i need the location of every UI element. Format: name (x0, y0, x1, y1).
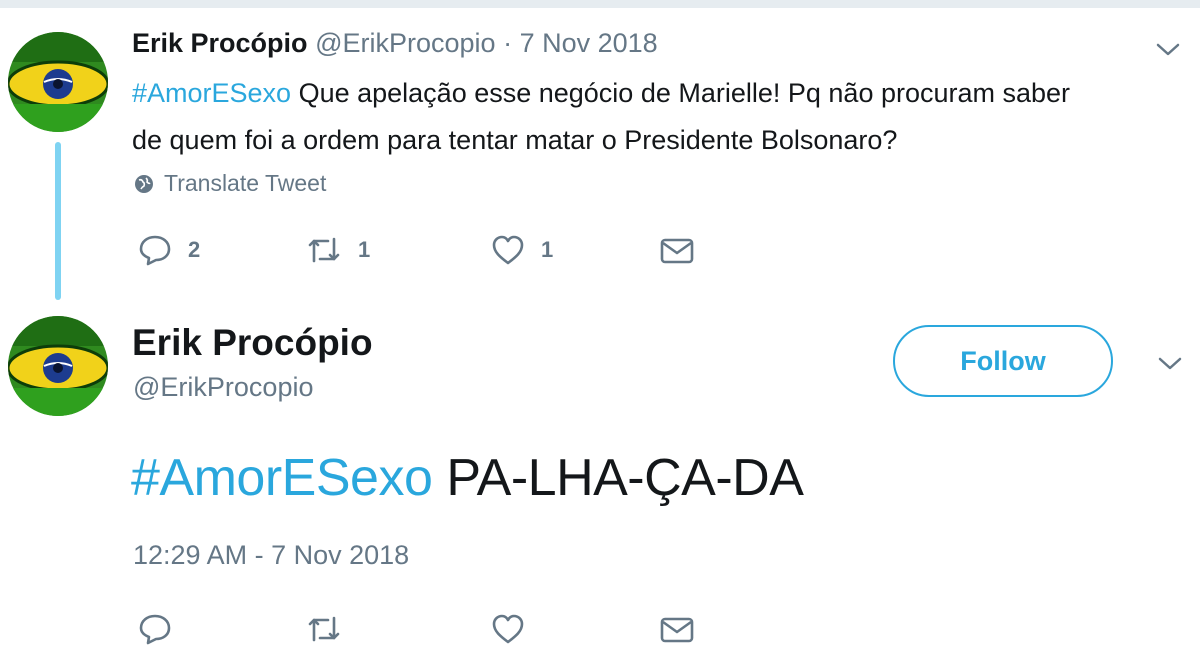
author-name[interactable]: Erik Procópio (132, 28, 308, 58)
tweet-text: #AmorESexo Que apelação esse negócio de … (132, 70, 1162, 164)
direct-message-button[interactable] (659, 612, 695, 646)
direct-message-button[interactable] (659, 233, 695, 267)
like-button[interactable] (491, 613, 659, 645)
avatar[interactable] (8, 32, 108, 132)
chevron-down-icon[interactable] (1157, 356, 1183, 372)
avatar-image (8, 32, 108, 132)
translate-label: Translate Tweet (164, 170, 327, 196)
tweet-text-line2: de quem foi a ordem para tentar matar o … (132, 125, 898, 155)
tweet-timestamp[interactable]: 12:29 AM - 7 Nov 2018 (133, 540, 409, 571)
tweet-text-line1: Que apelação esse negócio de Marielle! P… (291, 78, 1071, 108)
hashtag-link[interactable]: #AmorESexo (132, 78, 291, 108)
timeline-top-border (0, 0, 1200, 8)
header-separator: · (503, 28, 513, 58)
author-handle[interactable]: @ErikProcopio (315, 28, 495, 58)
like-count: 1 (541, 237, 554, 262)
tweet-header: Erik Procópio @ErikProcopio · 7 Nov 2018 (132, 28, 658, 59)
thread-connector (55, 142, 61, 300)
tweet-actions (138, 612, 695, 646)
author-handle[interactable]: @ErikProcopio (133, 372, 313, 403)
chevron-down-icon[interactable] (1155, 42, 1181, 58)
hashtag-link[interactable]: #AmorESexo (131, 449, 433, 507)
retweet-button[interactable] (306, 614, 491, 644)
heart-icon (492, 614, 524, 644)
reply-button[interactable]: 2 (138, 234, 306, 266)
tweet-text: #AmorESexo PA-LHA-ÇA-DA (131, 448, 804, 508)
retweet-icon (308, 616, 340, 642)
tweet-actions: 2 1 1 (138, 233, 695, 267)
globe-icon (135, 174, 153, 193)
tweet-body: PA-LHA-ÇA-DA (432, 449, 804, 507)
reply-icon (139, 235, 171, 266)
translate-tweet-link[interactable]: Translate Tweet (134, 170, 326, 197)
reply-icon (139, 614, 171, 645)
retweet-count: 1 (358, 237, 371, 262)
heart-icon (492, 235, 524, 265)
author-name[interactable]: Erik Procópio (132, 322, 373, 364)
tweet-date[interactable]: 7 Nov 2018 (520, 28, 658, 58)
follow-button[interactable]: Follow (893, 325, 1113, 397)
avatar-image (8, 316, 108, 416)
retweet-icon (308, 237, 340, 263)
envelope-icon (660, 617, 694, 643)
envelope-icon (660, 238, 694, 264)
like-button[interactable]: 1 (491, 234, 659, 266)
avatar[interactable] (8, 316, 108, 416)
reply-button[interactable] (138, 613, 306, 645)
retweet-button[interactable]: 1 (306, 235, 491, 265)
reply-count: 2 (188, 237, 201, 262)
